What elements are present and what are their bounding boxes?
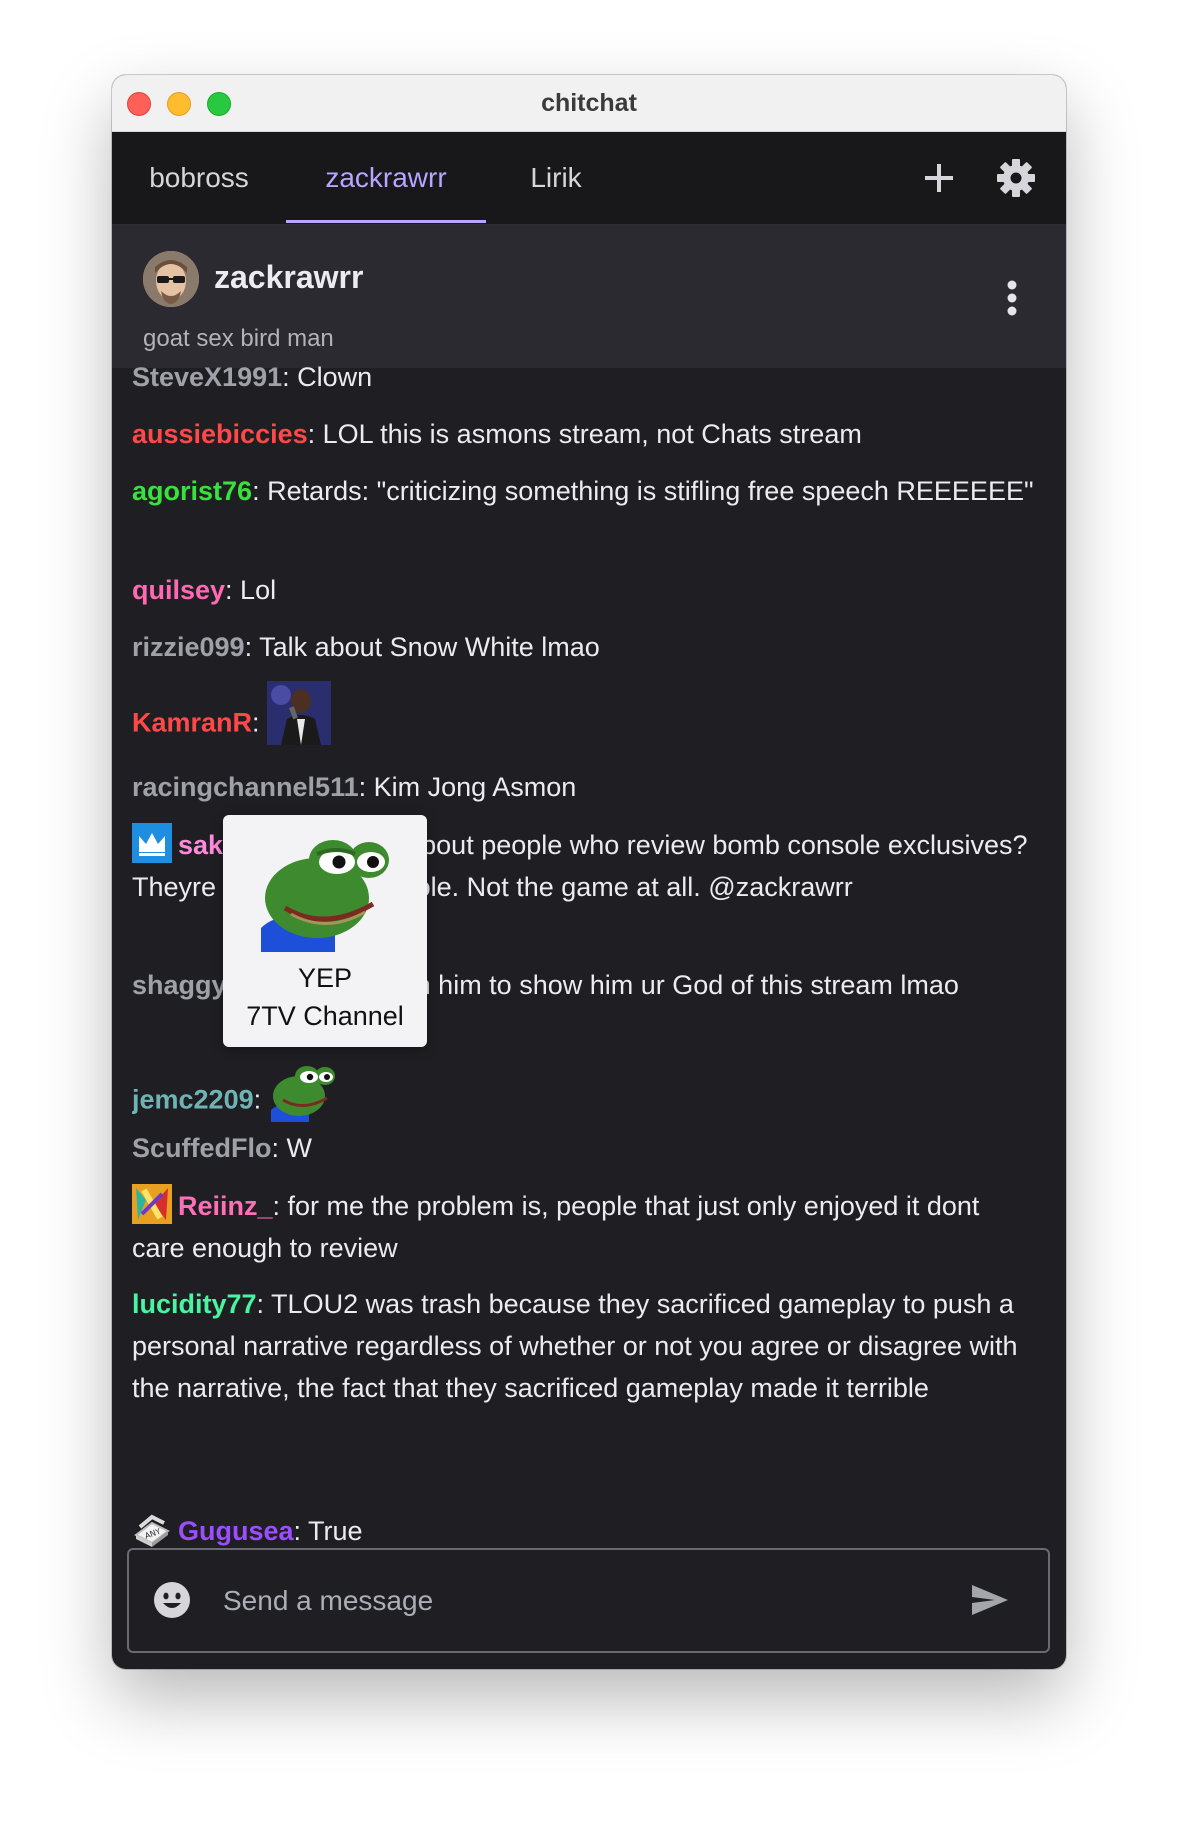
message-username[interactable]: racingchannel511 — [132, 772, 359, 802]
plus-icon[interactable] — [923, 162, 955, 194]
avatar — [143, 251, 199, 307]
tooltip-emote-name: YEP — [297, 963, 353, 993]
chat-message: ANY Gugusea: True — [132, 1509, 1037, 1552]
message-text: : Kim Jong Asmon — [358, 772, 577, 802]
gear-icon[interactable] — [996, 158, 1036, 198]
kebab-menu-icon[interactable] — [1006, 280, 1018, 321]
message-username[interactable]: lucidity77 — [132, 1289, 257, 1319]
message-username[interactable]: ScuffedFlo — [132, 1133, 272, 1163]
chat-message: racingchannel511: Kim Jong Asmon — [132, 766, 1037, 808]
chat-message: rizzie099: Talk about Snow White lmao — [132, 626, 1037, 668]
emote-tooltip: YEP 7TV Channel — [223, 815, 427, 1047]
stream-title: goat sex bird man — [143, 325, 334, 352]
message-text: : TLOU2 was trash because they sacrifice… — [132, 1289, 1018, 1403]
tab-lirik[interactable]: Lirik — [516, 132, 596, 224]
message-input[interactable] — [221, 1578, 925, 1624]
message-username[interactable]: Gugusea — [178, 1516, 294, 1546]
chat-message: quilsey: Lol — [132, 569, 1037, 611]
message-username[interactable]: KamranR — [132, 708, 252, 738]
message-username[interactable]: quilsey — [132, 575, 225, 605]
message-username[interactable]: jemc2209 — [132, 1085, 254, 1115]
message-username[interactable]: Reiinz_ — [178, 1191, 273, 1221]
any-badge[interactable]: ANY — [132, 1509, 172, 1549]
smiley-icon[interactable] — [153, 1581, 191, 1619]
yep-frog-emote-preview — [257, 824, 391, 952]
crown-badge[interactable] — [132, 823, 172, 863]
message-username[interactable]: rizzie099 — [132, 632, 245, 662]
chat-message: ScuffedFlo: W — [132, 1127, 1037, 1169]
send-icon[interactable] — [971, 1584, 1009, 1616]
message-text: : Clown — [282, 365, 373, 392]
channel-name: zackrawrr — [214, 259, 364, 295]
tab-zackrawrr[interactable]: zackrawrr — [286, 132, 486, 224]
message-text: : — [252, 707, 260, 738]
man-with-microphone-emote[interactable] — [267, 681, 332, 768]
chat-message: SteveX1991: Clown — [132, 365, 1037, 398]
chat-message: aussiebiccies: LOL this is asmons stream… — [132, 413, 1037, 455]
window-title: chitchat — [541, 89, 637, 117]
chat-message: Reiinz_: for me the problem is, people t… — [132, 1184, 1037, 1269]
message-username[interactable]: SteveX1991 — [132, 365, 282, 392]
title-bar: chitchat — [112, 75, 1066, 132]
chat-message: lucidity77: TLOU2 was trash because they… — [132, 1283, 1037, 1409]
channel-tabs: bobross zackrawrr Lirik — [112, 132, 1066, 225]
chat-message: agorist76: Retards: "criticizing somethi… — [132, 470, 1037, 512]
tooltip-emote-source: 7TV Channel — [246, 1001, 404, 1031]
message-composer — [127, 1548, 1050, 1653]
message-text: : Talk about Snow White lmao — [244, 632, 600, 662]
message-username[interactable]: aussiebiccies — [132, 419, 308, 449]
tab-bobross[interactable]: bobross — [144, 132, 254, 224]
message-text: : True — [293, 1516, 363, 1546]
message-text: : Lol — [225, 575, 277, 605]
artist-badge[interactable] — [132, 1184, 172, 1224]
chat-message: KamranR: — [132, 681, 1037, 768]
message-text: : Retards: "criticizing something is sti… — [252, 476, 1034, 506]
message-text: : LOL this is asmons stream, not Chats s… — [307, 419, 862, 449]
channel-header: zackrawrr goat sex bird man — [112, 225, 1066, 368]
active-tab-indicator — [286, 220, 486, 223]
message-username[interactable]: agorist76 — [132, 476, 252, 506]
message-text: : W — [271, 1133, 313, 1163]
message-text: : — [253, 1084, 262, 1115]
